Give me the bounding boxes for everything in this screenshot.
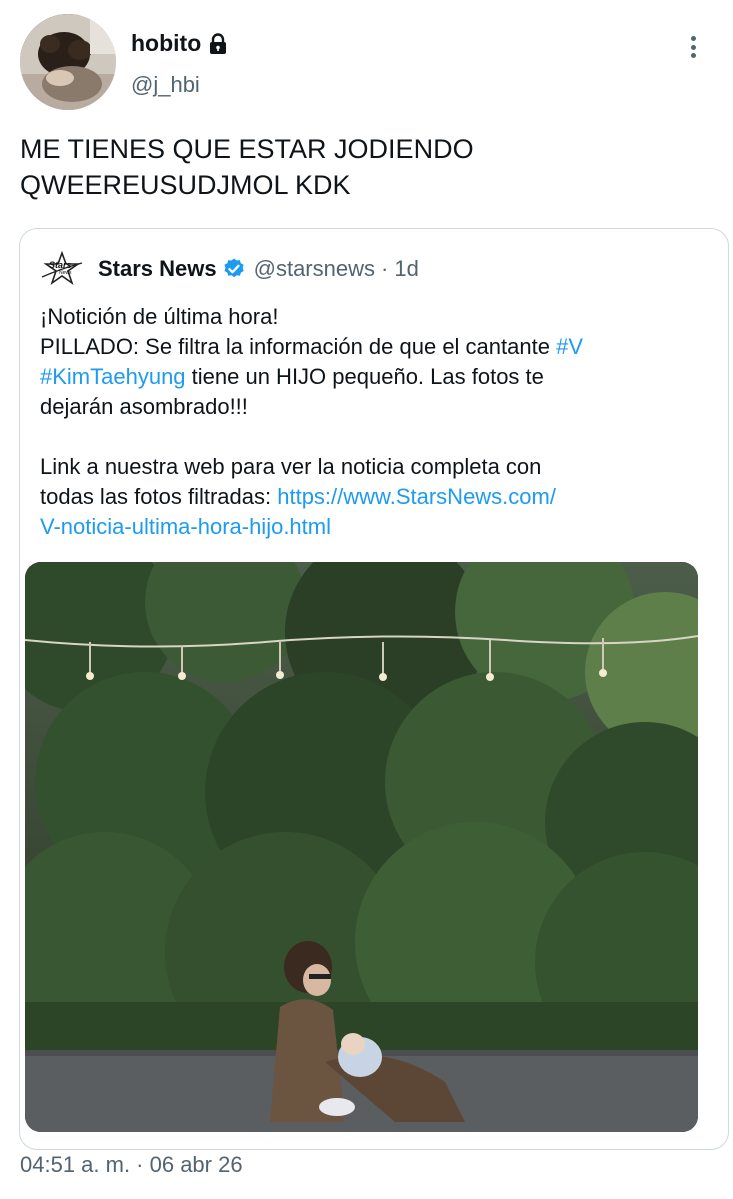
body-line: PILLADO: Se filtra la información de que… — [40, 332, 710, 362]
quoted-tweet-body: ¡Notición de última hora! PILLADO: Se fi… — [40, 302, 710, 542]
quoted-tweet-header: Stars News Stars News @starsnews · 1d — [40, 251, 419, 287]
body-text: todas las fotos filtradas: — [40, 484, 278, 509]
body-text: PILLADO: Se filtra la información de que… — [40, 334, 557, 359]
hashtag-link[interactable]: #V — [556, 334, 583, 359]
url-link[interactable]: https://www.StarsNews.com/ — [277, 484, 556, 509]
logo-text: Stars — [49, 260, 72, 270]
lock-icon — [207, 32, 229, 55]
body-line: todas las fotos filtradas: https://www.S… — [40, 482, 710, 512]
dot — [690, 53, 696, 58]
dot — [690, 44, 696, 50]
tweet-timestamp[interactable]: 04:51 a. m. · 06 abr 26 — [20, 1152, 243, 1178]
display-name[interactable]: hobito — [131, 30, 229, 57]
dot — [690, 36, 696, 41]
quoted-author-name[interactable]: Stars News — [98, 256, 217, 282]
separator-dot: · — [381, 256, 389, 281]
body-line: V-noticia-ultima-hora-hijo.html — [40, 512, 710, 542]
quoted-tweet-time[interactable]: 1d — [394, 256, 418, 282]
tweet-view: hobito @j_hbi ME TIENES QUE ESTAR JODIEN… — [0, 0, 733, 1199]
body-line: #KimTaehyung tiene un HIJO pequeño. Las … — [40, 362, 710, 392]
avatar[interactable] — [20, 14, 116, 110]
tweet-text: ME TIENES QUE ESTAR JODIENDO QWEEREUSUDJ… — [20, 134, 474, 200]
photo-media — [25, 562, 698, 1132]
hashtag-link[interactable]: #KimTaehyung — [40, 364, 186, 389]
quoted-author-handle[interactable]: @starsnews — [254, 256, 375, 282]
url-link[interactable]: V-noticia-ultima-hora-hijo.html — [40, 514, 331, 539]
verified-badge-icon — [222, 257, 246, 281]
more-options-button[interactable] — [680, 32, 706, 62]
handle[interactable]: @j_hbi — [131, 72, 200, 98]
avatar-photo — [20, 14, 116, 110]
display-name-text: hobito — [131, 30, 202, 56]
quoted-tweet-card[interactable]: Stars News Stars News @starsnews · 1d ¡N… — [19, 228, 729, 1150]
body-line: ¡Notición de última hora! — [40, 304, 279, 329]
logo-subtext: News — [59, 270, 72, 276]
body-text: tiene un HIJO pequeño. Las fotos te — [185, 364, 544, 389]
quoted-tweet-photo[interactable] — [25, 562, 698, 1132]
body-line: dejarán asombrado!!! — [40, 394, 248, 419]
body-line: Link a nuestra web para ver la noticia c… — [40, 454, 542, 479]
stars-news-logo[interactable]: Stars News — [40, 251, 84, 287]
